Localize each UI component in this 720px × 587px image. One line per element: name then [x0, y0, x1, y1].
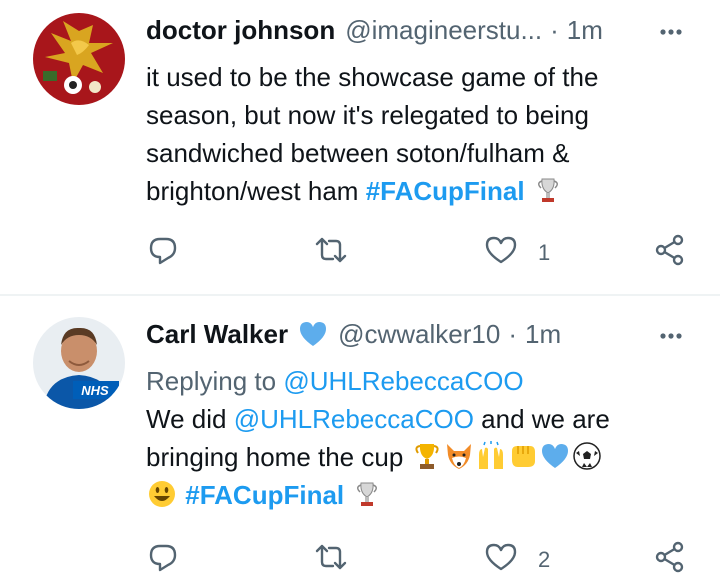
- share-icon: [653, 540, 687, 580]
- tweet-body-last-line: #FACupFinal: [146, 476, 690, 514]
- separator: ·: [550, 14, 559, 45]
- retweet-icon: [314, 540, 348, 580]
- display-name[interactable]: doctor johnson: [146, 15, 335, 46]
- like-button[interactable]: 1: [484, 233, 550, 273]
- mention-link[interactable]: @UHLRebeccaCOO: [234, 404, 474, 434]
- more-icon[interactable]: [656, 17, 686, 47]
- retweet-button[interactable]: [314, 233, 348, 273]
- trophy-icon: [412, 441, 442, 471]
- nhs-badge: NHS: [81, 383, 109, 398]
- fox-icon: [444, 441, 474, 471]
- reply-button[interactable]: [146, 540, 180, 580]
- tweet-actions: 2: [146, 540, 720, 580]
- user-handle[interactable]: @imagineerstu...: [345, 15, 542, 46]
- separator: ·: [508, 318, 518, 349]
- share-button[interactable]: [653, 540, 687, 580]
- blue-heart-icon: [298, 319, 328, 349]
- tweet-body: We did @UHLRebeccaCOO and we are bringin…: [146, 400, 690, 476]
- like-button[interactable]: 2: [484, 540, 550, 580]
- like-count: 1: [538, 240, 551, 265]
- replying-to-label: Replying to: [146, 366, 277, 396]
- timestamp[interactable]: 1m: [525, 319, 561, 350]
- tweet-actions: 1: [146, 233, 720, 273]
- user-handle[interactable]: @cwwalker10: [338, 319, 500, 350]
- fa-cup-trophy-icon: [352, 479, 382, 509]
- retweet-icon: [314, 233, 348, 273]
- timestamp[interactable]: 1m: [567, 15, 603, 46]
- fa-cup-trophy-icon: [533, 175, 563, 205]
- soccer-ball-icon: [572, 441, 602, 471]
- tweet[interactable]: NHS Carl Walker @cwwalker10 · 1m Replyin…: [0, 296, 720, 587]
- like-icon: [484, 540, 518, 580]
- smiley-icon: [147, 479, 177, 509]
- hashtag-link[interactable]: #FACupFinal: [366, 176, 525, 206]
- retweet-button[interactable]: [314, 540, 348, 580]
- fist-icon: [508, 441, 538, 471]
- like-count: 2: [538, 547, 551, 572]
- more-icon[interactable]: [656, 321, 686, 351]
- replying-to: Replying to @UHLRebeccaCOO: [146, 362, 690, 400]
- reply-button[interactable]: [146, 233, 180, 273]
- share-icon: [653, 233, 687, 273]
- blue-heart-icon: [540, 441, 570, 471]
- tweet-text: Replying to @UHLRebeccaCOO We did @UHLRe…: [146, 362, 690, 514]
- raising-hands-icon: [476, 441, 506, 471]
- tweet-header: doctor johnson @imagineerstu... · 1m: [146, 13, 720, 47]
- share-button[interactable]: [653, 233, 687, 273]
- display-name[interactable]: Carl Walker: [146, 319, 288, 350]
- like-icon: [484, 233, 518, 273]
- reply-icon: [146, 540, 180, 580]
- reply-icon: [146, 233, 180, 273]
- tweet[interactable]: doctor johnson @imagineerstu... · 1m it …: [0, 0, 720, 294]
- tweet-header: Carl Walker @cwwalker10 · 1m: [146, 317, 720, 351]
- hashtag-link[interactable]: #FACupFinal: [185, 480, 344, 510]
- tweet-text: it used to be the showcase game of the s…: [146, 58, 690, 210]
- replying-to-mention[interactable]: @UHLRebeccaCOO: [283, 366, 523, 396]
- avatar[interactable]: NHS: [33, 317, 125, 409]
- avatar[interactable]: [33, 13, 125, 105]
- tweet-body-text: We did: [146, 404, 227, 434]
